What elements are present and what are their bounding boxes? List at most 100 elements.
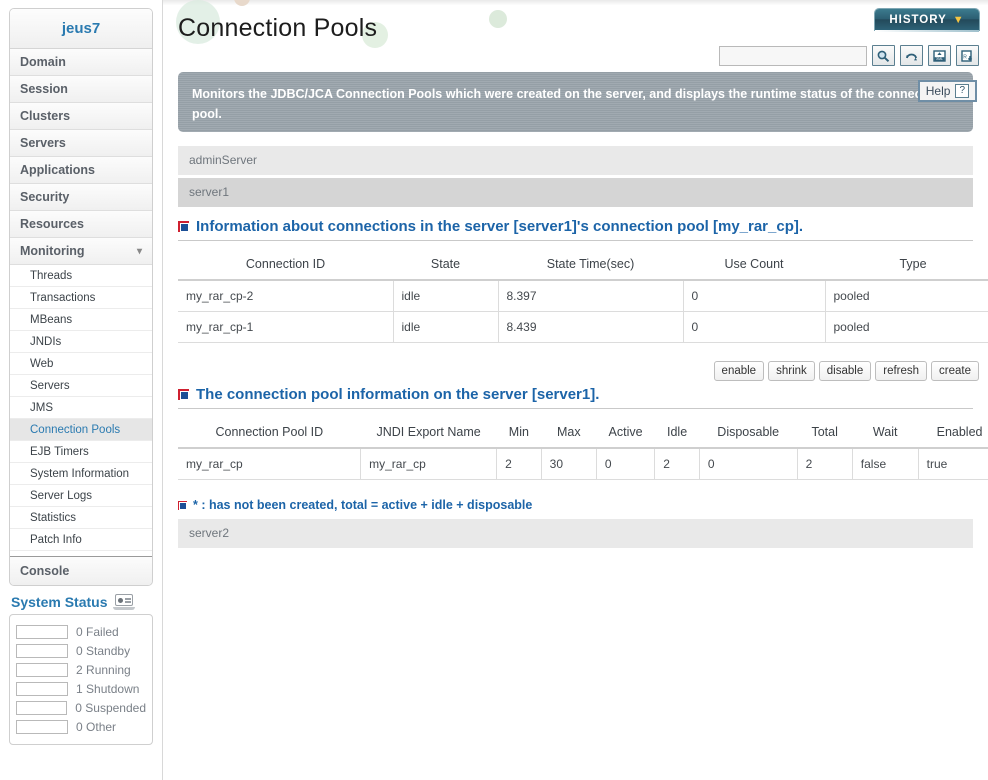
sidebar-item-servers[interactable]: Servers [10,130,152,157]
table-row[interactable]: my_rar_cp my_rar_cp 2 30 0 2 0 2 false t… [178,448,988,480]
cell-use-count: 0 [683,311,826,343]
sidebar-item-session[interactable]: Session [10,76,152,103]
chevron-down-icon: ▾ [136,246,142,257]
sidebar-item-mbeans[interactable]: MBeans [10,309,152,331]
sidebar-item-label: Security [20,190,70,204]
column-header-disposable: Disposable [699,418,798,449]
system-status-panel: System Status 0 Failed 0 Standby 2 Runni… [9,592,153,745]
server-name: adminServer [189,153,258,167]
sidebar-item-console[interactable]: Console [10,557,152,585]
page-title-area: Connection Pools [176,0,507,56]
status-count: 0 [76,624,83,639]
status-count: 1 [76,681,83,696]
page-title: Connection Pools [178,14,378,42]
sidebar-item-domain[interactable]: Domain [10,49,152,76]
app-root: jeus7 Domain Session Clusters Servers Ap… [0,0,988,780]
cell-idle: 2 [654,448,700,480]
sidebar-item-monitoring[interactable]: Monitoring ▾ [10,238,152,265]
sidebar-item-ejb-timers[interactable]: EJB Timers [10,441,152,463]
info-banner: Monitors the JDBC/JCA Connection Pools w… [178,72,973,132]
sidebar-item-applications[interactable]: Applications [10,157,152,184]
status-name: Standby [86,643,131,658]
refresh-button[interactable]: refresh [875,361,928,381]
sidebar-item-system-information[interactable]: System Information [10,463,152,485]
status-row-failed: 0 Failed [16,622,146,641]
search-input[interactable] [719,45,867,66]
status-row-standby: 0 Standby [16,641,146,660]
server-row-server1[interactable]: server1 [178,178,973,207]
sidebar-item-label: Monitoring [20,244,85,258]
system-status-list: 0 Failed 0 Standby 2 Running 1 Shutdown [9,614,153,745]
history-button[interactable]: HISTORY ▼ [875,9,979,30]
sidebar-item-clusters[interactable]: Clusters [10,103,152,130]
section-heading-pool-info: The connection pool information on the s… [178,386,973,409]
question-mark-icon: ? [955,84,969,98]
sidebar-subitem-label: Statistics [30,512,77,524]
connections-table: Connection ID State State Time(sec) Use … [178,250,988,343]
status-bar [16,624,68,639]
sidebar-nav-card: jeus7 Domain Session Clusters Servers Ap… [9,8,153,586]
sidebar-item-patch-info[interactable]: Patch Info [10,529,152,551]
sidebar-item-security[interactable]: Security [10,184,152,211]
table-row[interactable]: my_rar_cp-2 idle 8.397 0 pooled [178,280,988,312]
cell-state-time: 8.439 [498,311,684,343]
create-button[interactable]: create [931,361,979,381]
sidebar-item-transactions[interactable]: Transactions [10,287,152,309]
sidebar-subitem-label: Connection Pools [30,424,121,436]
status-count: 0 [76,643,83,658]
section-marker-icon [178,500,187,510]
status-count: 0 [75,700,82,715]
enable-button[interactable]: enable [713,361,765,381]
sidebar-item-jndis[interactable]: JNDIs [10,331,152,353]
sidebar-item-label: Session [20,82,68,96]
sidebar-subitem-label: Threads [30,270,73,282]
column-header-idle: Idle [654,418,700,449]
status-name: Other [86,719,117,734]
sidebar-item-web[interactable]: Web [10,353,152,375]
sidebar-subitem-label: Transactions [30,292,96,304]
sidebar-item-server-logs[interactable]: Server Logs [10,485,152,507]
svg-text:R: R [963,54,967,60]
svg-text:XML: XML [936,57,943,61]
table-header-row: Connection Pool ID JNDI Export Name Min … [178,418,988,449]
section-heading-text: Information about connections in the ser… [196,218,804,235]
search-icon[interactable] [872,45,895,66]
sidebar-item-statistics[interactable]: Statistics [10,507,152,529]
cell-use-count: 0 [683,280,826,312]
sidebar-item-monitoring-servers[interactable]: Servers [10,375,152,397]
server-name: server2 [189,526,230,540]
status-row-shutdown: 1 Shutdown [16,679,146,698]
column-header-use-count: Use Count [683,250,825,281]
status-name: Failed [86,624,119,639]
report-export-icon[interactable]: R [956,45,979,66]
table-row[interactable]: my_rar_cp-1 idle 8.439 0 pooled [178,311,988,343]
footnote-text: * : has not been created, total = active… [193,498,533,512]
shrink-button[interactable]: shrink [768,361,815,381]
server-row-adminserver[interactable]: adminServer [178,146,973,175]
sidebar-subitem-label: MBeans [30,314,73,326]
status-bar [16,719,68,734]
refresh-icon[interactable] [900,45,923,66]
status-bar [16,681,68,696]
sidebar-subitem-label: Servers [30,380,70,392]
cell-state-time: 8.397 [498,280,684,312]
sidebar-item-resources[interactable]: Resources [10,211,152,238]
status-row-suspended: 0 Suspended [16,698,146,717]
server-row-server2[interactable]: server2 [178,519,973,548]
sidebar-subitem-label: Server Logs [30,490,93,502]
pool-action-buttons: enable shrink disable refresh create [713,361,979,381]
cell-min: 2 [496,448,542,480]
column-header-jndi-export-name: JNDI Export Name [360,418,497,449]
column-header-state-time: State Time(sec) [498,250,683,281]
toolbar: XML R [719,45,979,66]
xml-export-icon[interactable]: XML [928,45,951,66]
status-row-other: 0 Other [16,717,146,736]
help-button[interactable]: Help ? [917,80,977,102]
sidebar-item-connection-pools[interactable]: Connection Pools [10,419,152,441]
sidebar-item-threads[interactable]: Threads [10,265,152,287]
cell-enabled: true [918,448,988,480]
sidebar-item-jms[interactable]: JMS [10,397,152,419]
disable-button[interactable]: disable [818,361,872,381]
status-count: 2 [76,662,83,677]
laptop-icon[interactable] [113,594,136,610]
